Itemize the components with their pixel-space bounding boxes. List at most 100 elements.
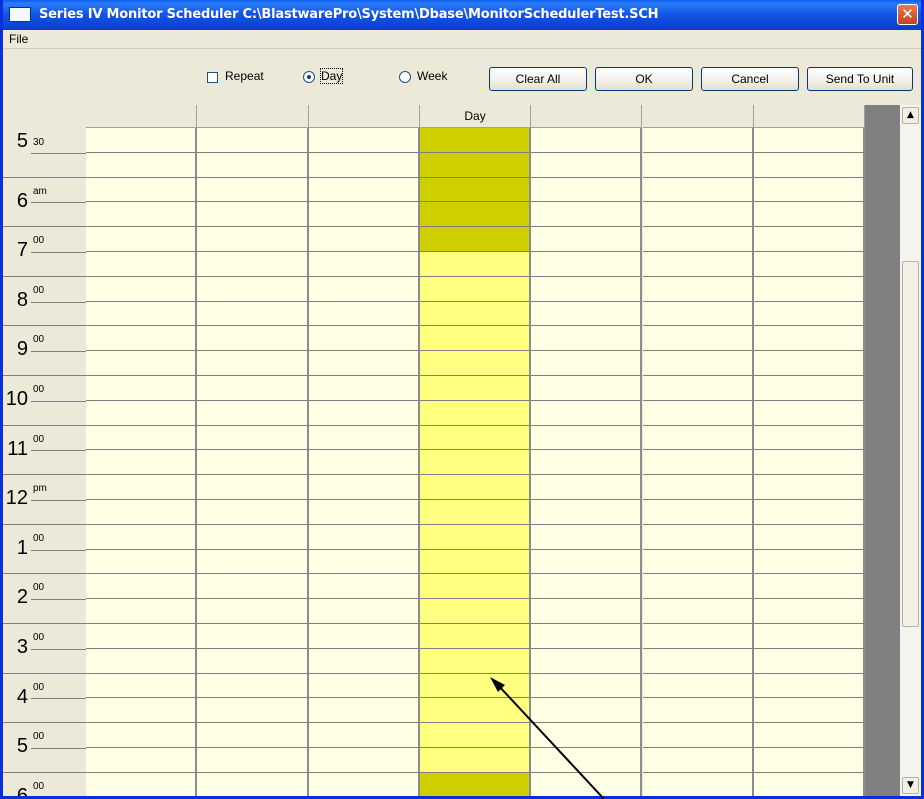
schedule-slot[interactable] bbox=[419, 475, 532, 500]
cancel-button[interactable]: Cancel bbox=[701, 67, 799, 91]
schedule-slot[interactable] bbox=[531, 599, 643, 624]
schedule-slot[interactable] bbox=[419, 648, 532, 674]
schedule-slot[interactable] bbox=[531, 400, 643, 426]
schedule-slot[interactable] bbox=[419, 400, 532, 426]
schedule-slot[interactable] bbox=[753, 128, 866, 153]
menu-file[interactable]: File bbox=[9, 32, 28, 46]
schedule-slot[interactable] bbox=[531, 624, 643, 649]
schedule-slot[interactable] bbox=[531, 748, 643, 773]
day-radio[interactable] bbox=[303, 71, 315, 83]
schedule-slot[interactable] bbox=[197, 400, 309, 426]
schedule-slot[interactable] bbox=[86, 549, 198, 575]
schedule-slot[interactable] bbox=[419, 624, 532, 649]
schedule-slot[interactable] bbox=[753, 227, 866, 252]
schedule-slot[interactable] bbox=[197, 425, 309, 451]
schedule-slot[interactable] bbox=[308, 425, 420, 451]
schedule-slot[interactable] bbox=[642, 276, 754, 302]
repeat-label[interactable]: Repeat bbox=[225, 69, 264, 83]
week-radio[interactable] bbox=[399, 71, 411, 83]
schedule-slot[interactable] bbox=[197, 772, 309, 796]
schedule-slot[interactable] bbox=[531, 698, 643, 724]
schedule-slot[interactable] bbox=[419, 500, 532, 525]
schedule-slot[interactable] bbox=[308, 351, 420, 376]
schedule-slot[interactable] bbox=[642, 648, 754, 674]
schedule-slot[interactable] bbox=[753, 723, 866, 748]
schedule-slot[interactable] bbox=[419, 450, 532, 476]
schedule-slot[interactable] bbox=[753, 326, 866, 352]
schedule-slot[interactable] bbox=[308, 227, 420, 252]
schedule-slot[interactable] bbox=[86, 276, 198, 302]
schedule-slot[interactable] bbox=[642, 524, 754, 550]
schedule-slot[interactable] bbox=[753, 772, 866, 796]
schedule-slot[interactable] bbox=[308, 202, 420, 228]
schedule-slot[interactable] bbox=[197, 475, 309, 500]
ok-button[interactable]: OK bbox=[595, 67, 693, 91]
schedule-slot[interactable] bbox=[308, 524, 420, 550]
schedule-slot[interactable] bbox=[308, 128, 420, 153]
schedule-slot[interactable] bbox=[753, 376, 866, 401]
schedule-slot[interactable] bbox=[419, 326, 532, 352]
schedule-slot[interactable] bbox=[753, 475, 866, 500]
schedule-slot[interactable] bbox=[753, 301, 866, 327]
schedule-slot[interactable] bbox=[308, 673, 420, 699]
schedule-slot[interactable] bbox=[308, 648, 420, 674]
schedule-slot[interactable] bbox=[642, 549, 754, 575]
schedule-slot[interactable] bbox=[642, 698, 754, 724]
schedule-slot[interactable] bbox=[642, 202, 754, 228]
schedule-slot[interactable] bbox=[531, 301, 643, 327]
scroll-thumb[interactable] bbox=[902, 261, 919, 627]
schedule-slot[interactable] bbox=[308, 177, 420, 203]
schedule-slot[interactable] bbox=[197, 128, 309, 153]
schedule-slot[interactable] bbox=[86, 252, 198, 277]
schedule-slot[interactable] bbox=[531, 376, 643, 401]
scroll-up-button[interactable]: ▲ bbox=[902, 107, 919, 124]
schedule-slot[interactable] bbox=[419, 252, 532, 277]
schedule-slot[interactable] bbox=[308, 475, 420, 500]
vertical-scrollbar[interactable]: ▲ ▼ bbox=[865, 105, 921, 796]
schedule-slot[interactable] bbox=[86, 152, 198, 178]
schedule-slot[interactable] bbox=[86, 450, 198, 476]
schedule-slot[interactable] bbox=[531, 500, 643, 525]
schedule-slot[interactable] bbox=[308, 450, 420, 476]
schedule-slot[interactable] bbox=[197, 549, 309, 575]
schedule-slot[interactable] bbox=[419, 723, 532, 748]
schedule-slot[interactable] bbox=[642, 301, 754, 327]
schedule-slot[interactable] bbox=[308, 301, 420, 327]
schedule-slot[interactable] bbox=[197, 276, 309, 302]
column-header[interactable] bbox=[197, 105, 309, 128]
schedule-slot[interactable] bbox=[419, 772, 532, 796]
schedule-slot[interactable] bbox=[197, 326, 309, 352]
schedule-slot[interactable] bbox=[642, 400, 754, 426]
schedule-slot[interactable] bbox=[531, 425, 643, 451]
schedule-slot[interactable] bbox=[197, 351, 309, 376]
schedule-slot[interactable] bbox=[753, 549, 866, 575]
schedule-slot[interactable] bbox=[197, 227, 309, 252]
schedule-slot[interactable] bbox=[197, 376, 309, 401]
schedule-slot[interactable] bbox=[86, 326, 198, 352]
clear-all-button[interactable]: Clear All bbox=[489, 67, 587, 91]
column-header[interactable] bbox=[308, 105, 420, 128]
schedule-slot[interactable] bbox=[308, 549, 420, 575]
schedule-slot[interactable] bbox=[308, 574, 420, 600]
schedule-slot[interactable] bbox=[531, 252, 643, 277]
schedule-slot[interactable] bbox=[419, 128, 532, 153]
schedule-slot[interactable] bbox=[197, 202, 309, 228]
schedule-slot[interactable] bbox=[753, 624, 866, 649]
schedule-slot[interactable] bbox=[753, 599, 866, 624]
schedule-slot[interactable] bbox=[531, 276, 643, 302]
schedule-slot[interactable] bbox=[86, 698, 198, 724]
schedule-slot[interactable] bbox=[197, 500, 309, 525]
schedule-slot[interactable] bbox=[197, 673, 309, 699]
schedule-slot[interactable] bbox=[86, 128, 198, 153]
send-to-unit-button[interactable]: Send To Unit bbox=[807, 67, 913, 91]
column-header[interactable] bbox=[531, 105, 643, 128]
schedule-slot[interactable] bbox=[419, 177, 532, 203]
title-bar[interactable]: Series IV Monitor Scheduler C:\Blastware… bbox=[3, 0, 921, 30]
schedule-slot[interactable] bbox=[86, 524, 198, 550]
schedule-slot[interactable] bbox=[642, 326, 754, 352]
schedule-slot[interactable] bbox=[86, 177, 198, 203]
schedule-slot[interactable] bbox=[531, 227, 643, 252]
schedule-slot[interactable] bbox=[86, 648, 198, 674]
schedule-slot[interactable] bbox=[308, 400, 420, 426]
schedule-slot[interactable] bbox=[86, 599, 198, 624]
